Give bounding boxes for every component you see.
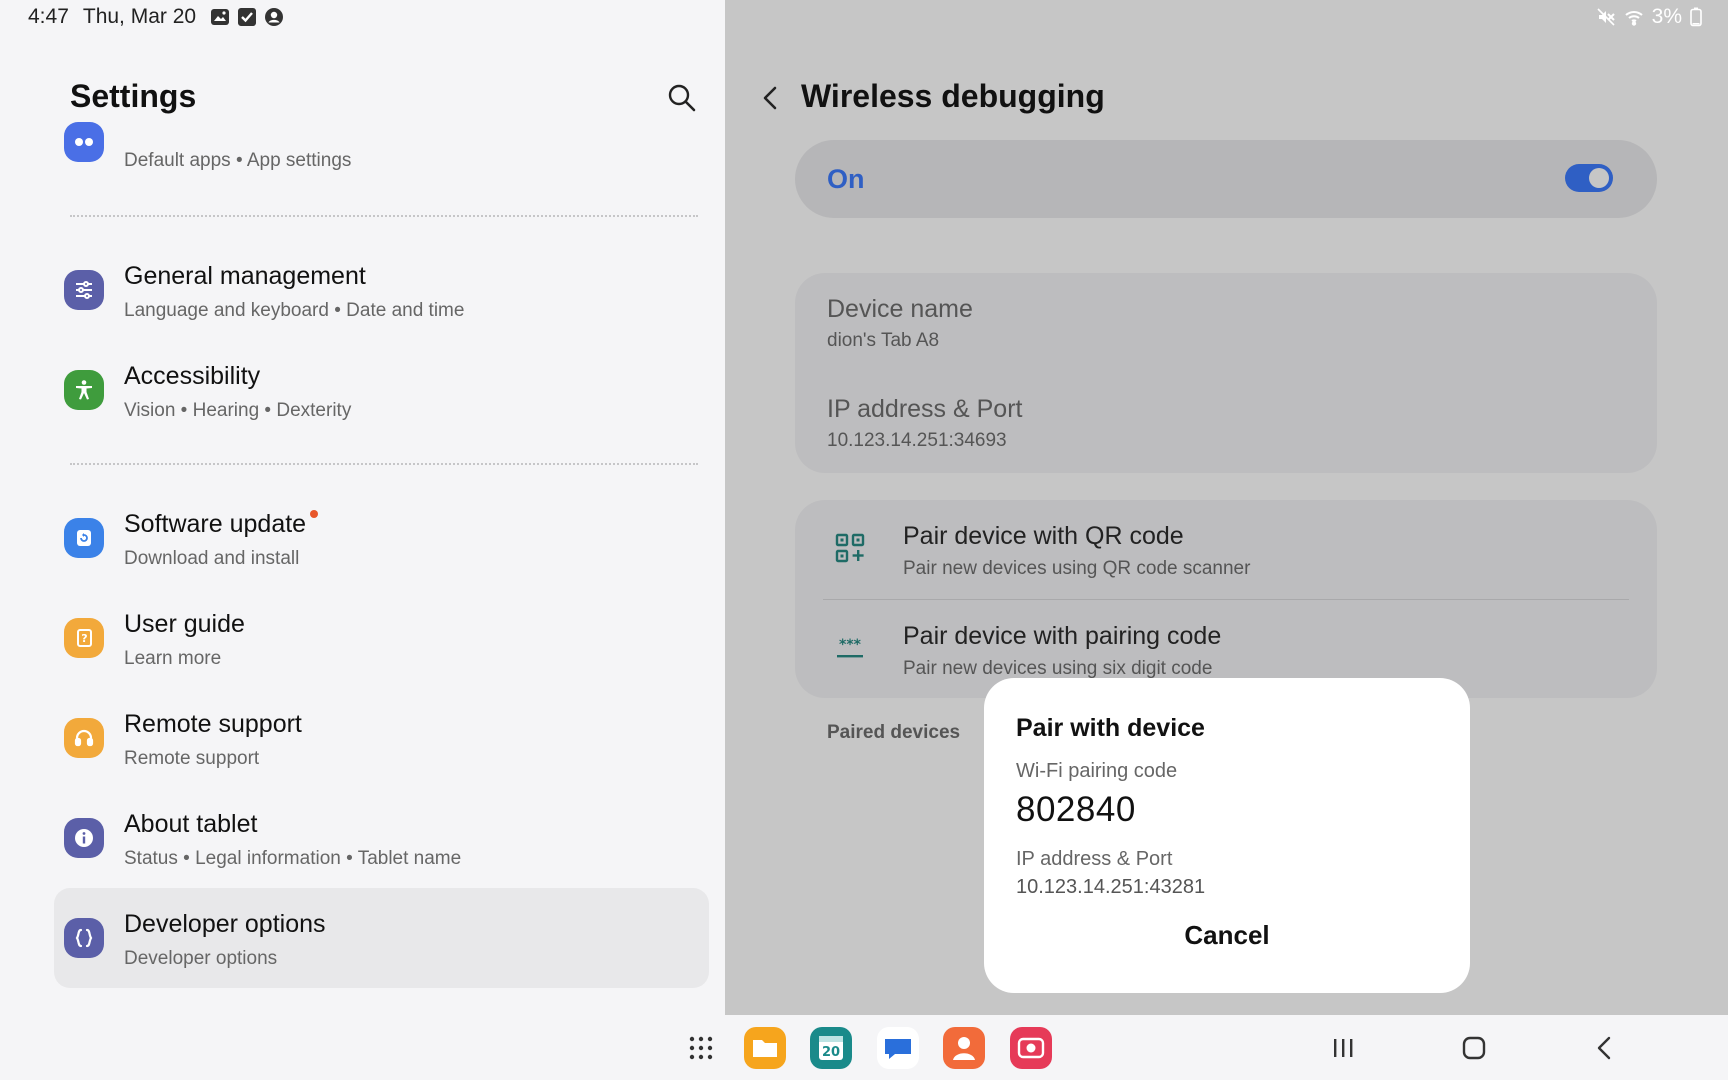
settings-item-user-guide[interactable]: ? User guide Learn more <box>54 588 709 688</box>
settings-item-title: General management <box>124 262 366 290</box>
pair-code-subtitle: Pair new devices using six digit code <box>903 658 1213 679</box>
user-guide-icon: ? <box>64 618 104 658</box>
settings-item-about-tablet[interactable]: About tablet Status • Legal information … <box>54 788 709 888</box>
contacts-app-icon[interactable] <box>943 1027 985 1069</box>
divider <box>70 215 698 217</box>
accessibility-icon <box>64 370 104 410</box>
battery-percent: 3% <box>1651 5 1682 28</box>
settings-item-title: Remote support <box>124 710 302 738</box>
info-icon <box>64 818 104 858</box>
update-badge-dot <box>310 510 319 518</box>
settings-item-sub: Remote support <box>124 748 260 769</box>
settings-item-title: Developer options <box>124 910 326 938</box>
status-bar-left: 4:47 Thu, Mar 20 <box>28 4 284 30</box>
pair-qr-subtitle: Pair new devices using QR code scanner <box>903 558 1251 579</box>
pair-code-title: Pair device with pairing code <box>903 622 1222 650</box>
settings-item-sub: Download and install <box>124 548 300 569</box>
software-update-icon <box>64 518 104 558</box>
settings-item-sub: Vision • Hearing • Dexterity <box>124 400 352 421</box>
wireless-debugging-switch[interactable] <box>1565 164 1613 192</box>
settings-item-title: Software update <box>124 510 319 539</box>
wifi-icon <box>1624 11 1643 26</box>
page-title: Wireless debugging <box>801 78 1105 114</box>
developer-options-icon <box>64 918 104 958</box>
settings-item-sub: Default apps • App settings <box>124 150 352 171</box>
device-info-card: Device name dion's Tab A8 IP address & P… <box>795 273 1657 473</box>
status-time: 4:47 <box>28 5 69 28</box>
pairing-card: Pair device with QR code Pair new device… <box>795 500 1657 698</box>
svg-text:***: *** <box>839 637 862 653</box>
settings-item-remote-support[interactable]: Remote support Remote support <box>54 688 709 788</box>
pairing-code-value: 802840 <box>1016 790 1136 829</box>
home-icon[interactable] <box>1459 1033 1489 1063</box>
settings-pane: 4:47 Thu, Mar 20 Settings Default apps •… <box>0 0 725 1080</box>
settings-item-title: User guide <box>124 610 245 638</box>
settings-item-sub: Status • Legal information • Tablet name <box>124 848 462 869</box>
screen-recorder-app-icon[interactable] <box>1010 1027 1052 1069</box>
nav-back-icon[interactable] <box>1590 1033 1620 1063</box>
settings-item-sub: Learn more <box>124 648 222 669</box>
back-icon[interactable] <box>753 80 789 116</box>
gallery-icon <box>211 9 230 25</box>
wireless-debugging-toggle-bar[interactable]: On <box>795 140 1657 218</box>
dialog-ip-label: IP address & Port <box>1016 848 1173 870</box>
status-bar-right: 3% <box>1596 4 1702 30</box>
account-icon <box>265 8 284 26</box>
apps-icon <box>64 122 104 162</box>
dialog-title: Pair with device <box>1016 714 1205 742</box>
settings-item-accessibility[interactable]: Accessibility Vision • Hearing • Dexteri… <box>54 340 709 440</box>
my-files-app-icon[interactable] <box>744 1027 786 1069</box>
battery-icon <box>1690 7 1702 27</box>
headset-icon <box>64 718 104 758</box>
checkbox-icon <box>238 8 257 26</box>
sliders-icon <box>64 270 104 310</box>
svg-text:20: 20 <box>822 1045 840 1060</box>
status-date: Thu, Mar 20 <box>82 5 197 28</box>
ip-port-value: 10.123.14.251:34693 <box>827 430 1007 451</box>
settings-item-title: About tablet <box>124 810 258 838</box>
pairing-code-icon: *** <box>837 637 863 658</box>
dialog-ip-value: 10.123.14.251:43281 <box>1016 876 1206 898</box>
cancel-button[interactable]: Cancel <box>984 920 1470 951</box>
toggle-label: On <box>827 164 865 194</box>
paired-devices-label: Paired devices <box>827 722 961 743</box>
taskbar: 20 <box>0 1015 1728 1080</box>
ip-port-row: IP address & Port 10.123.14.251:34693 <box>827 395 1022 452</box>
device-name-value: dion's Tab A8 <box>827 330 940 351</box>
svg-text:?: ? <box>81 632 87 645</box>
divider <box>70 463 698 465</box>
settings-item-software-update[interactable]: Software update Download and install <box>54 488 709 588</box>
settings-item-sub: Language and keyboard • Date and time <box>124 300 465 321</box>
settings-item-developer-options[interactable]: Developer options Developer options <box>54 888 709 988</box>
settings-item-general-management[interactable]: General management Language and keyboard… <box>54 240 709 340</box>
recent-apps-icon[interactable] <box>1328 1033 1358 1063</box>
settings-item-apps[interactable]: Default apps • App settings <box>54 100 709 180</box>
device-name-label: Device name <box>827 295 973 323</box>
mute-icon <box>1597 8 1615 26</box>
app-drawer-icon[interactable] <box>688 1035 714 1061</box>
pair-qr-title: Pair device with QR code <box>903 522 1184 550</box>
settings-item-sub: Developer options <box>124 948 278 969</box>
ip-port-label: IP address & Port <box>827 395 1023 423</box>
notification-icons <box>210 7 284 27</box>
pair-qr-row[interactable]: Pair device with QR code Pair new device… <box>795 500 1657 600</box>
pair-with-device-dialog: Pair with device Wi-Fi pairing code 8028… <box>984 678 1470 993</box>
settings-item-title: Accessibility <box>124 362 261 390</box>
calendar-app-icon[interactable]: 20 <box>810 1027 852 1069</box>
messages-app-icon[interactable] <box>877 1027 919 1069</box>
switch-knob <box>1589 168 1609 188</box>
device-name-row[interactable]: Device name dion's Tab A8 <box>827 295 973 352</box>
pairing-code-label: Wi-Fi pairing code <box>1016 760 1178 782</box>
qr-code-icon <box>835 533 865 563</box>
